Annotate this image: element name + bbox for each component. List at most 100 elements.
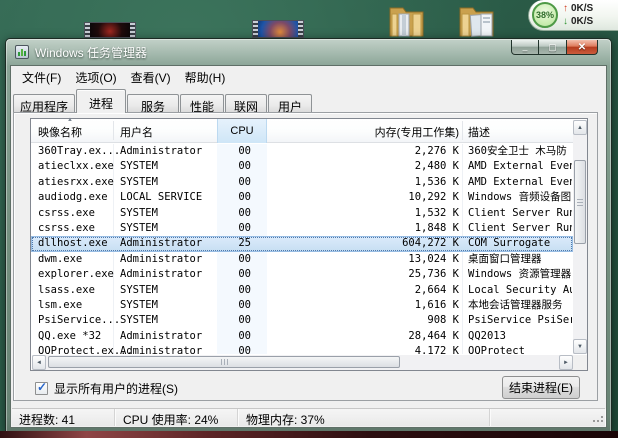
resize-grip-icon[interactable] [593,414,603,424]
process-image-name: csrss.exe [38,221,95,236]
close-button[interactable]: ✕ [566,40,598,55]
scroll-right-button[interactable]: ► [559,355,573,370]
column-header-cpu[interactable]: CPU [217,119,267,143]
tab-2[interactable]: 服务 [127,94,179,113]
process-user-name: SYSTEM [120,221,158,236]
process-memory: 28,464 K [271,329,459,344]
maximize-button[interactable]: ▢ [539,40,566,55]
menu-item[interactable]: 选项(O) [68,66,123,86]
process-description: Client Server Runt [468,221,572,236]
list-header: ▲ 映像名称 用户名 CPU 内存(专用工作集) 描述 [31,119,573,143]
column-header-description[interactable]: 描述 [468,124,490,140]
process-row[interactable]: atiesrxx.exe SYSTEM 00 1,536 K AMD Exter… [31,175,573,190]
process-cpu: 00 [217,221,251,236]
minimize-button[interactable]: – [511,40,539,55]
process-cpu: 00 [217,206,251,221]
process-row[interactable]: QQ.exe *32 Administrator 00 28,464 K QQ2… [31,329,573,344]
title-bar[interactable]: Windows 任务管理器 – ▢ ✕ [6,39,611,65]
process-description: Windows 资源管理器 [468,267,572,282]
process-row[interactable]: lsass.exe SYSTEM 00 2,664 K Local Securi… [31,283,573,298]
tab-processes[interactable]: 进程 [76,89,126,113]
processes-tab-page: ▲ 映像名称 用户名 CPU 内存(专用工作集) 描述 [13,112,598,401]
process-cpu: 00 [217,190,251,205]
status-filler [491,409,605,426]
process-image-name: explorer.exe [38,267,114,282]
process-cpu: 00 [217,252,251,267]
process-user-name: SYSTEM [120,298,158,313]
process-user-name: Administrator [120,344,202,354]
column-header-memory[interactable]: 内存(专用工作集) [267,124,459,140]
process-row[interactable]: QQProtect.ex... Administrator 00 4,172 K… [31,344,573,354]
process-image-name: csrss.exe [38,206,95,221]
process-description: 360安全卫士 木马防 [468,144,572,159]
process-user-name: Administrator [120,144,202,159]
process-description: Local Security Auth [468,283,572,298]
process-image-name: atieclxx.exe [38,159,114,174]
process-memory: 2,664 K [271,283,459,298]
scroll-left-button[interactable]: ◄ [32,355,46,370]
folder-icon[interactable] [387,2,429,38]
vertical-scrollbar[interactable]: ▲ ▼ [573,120,587,354]
tab-3[interactable]: 性能 [180,94,224,113]
process-image-name: 360Tray.ex... [38,144,120,159]
process-row[interactable]: dllhost.exe Administrator 25 604,272 K C… [31,236,573,251]
video-file-icon[interactable] [84,22,136,38]
process-row[interactable]: PsiService... SYSTEM 00 908 K PsiService… [31,313,573,328]
process-image-name: PsiService... [38,313,120,328]
process-user-name: SYSTEM [120,313,158,328]
process-row[interactable]: audiodg.exe LOCAL SERVICE 00 10,292 K Wi… [31,190,573,205]
process-memory: 25,736 K [271,267,459,282]
process-description: COM Surrogate [468,236,572,251]
column-header-user-name[interactable]: 用户名 [120,124,153,140]
horizontal-scroll-thumb[interactable] [48,356,400,368]
menu-item[interactable]: 文件(F) [15,66,68,86]
process-cpu: 00 [217,329,251,344]
process-user-name: LOCAL SERVICE [120,190,202,205]
show-all-users-checkbox[interactable]: ✓ [35,382,48,395]
scroll-up-button[interactable]: ▲ [573,120,587,135]
scrollbar-corner [573,355,587,370]
process-row[interactable]: lsm.exe SYSTEM 00 1,616 K 本地会话管理器服务 [31,298,573,313]
process-row[interactable]: 360Tray.ex... Administrator 00 2,276 K 3… [31,144,573,159]
desktop-bottom-strip [0,431,618,438]
upload-speed: ↑0K/S [563,2,593,15]
process-rows: 360Tray.ex... Administrator 00 2,276 K 3… [31,144,573,354]
checkmark-icon: ✓ [37,380,47,394]
process-row[interactable]: csrss.exe SYSTEM 00 1,532 K Client Serve… [31,206,573,221]
process-cpu: 00 [217,344,251,354]
process-cpu: 00 [217,159,251,174]
network-speed-widget[interactable]: 38% ↑0K/S ↓0K/S [528,0,618,31]
video-file-icon[interactable] [252,20,304,38]
end-process-button[interactable]: 结束进程(E) [502,376,580,399]
tab-0[interactable]: 应用程序 [13,94,75,113]
status-physical-memory: 物理内存: 37% [239,409,490,426]
menu-item[interactable]: 查看(V) [124,66,178,86]
process-image-name: audiodg.exe [38,190,108,205]
process-row[interactable]: csrss.exe SYSTEM 00 1,848 K Client Serve… [31,221,573,236]
process-user-name: Administrator [120,252,202,267]
status-bar: 进程数: 41 CPU 使用率: 24% 物理内存: 37% [12,408,605,426]
tab-5[interactable]: 用户 [268,94,312,113]
process-description: 本地会话管理器服务 [468,298,572,313]
horizontal-scrollbar[interactable]: ◄ ► [32,355,573,370]
process-description: 桌面窗口管理器 [468,252,572,267]
tab-strip: 应用程序进程服务性能联网用户 [13,88,313,113]
process-user-name: SYSTEM [120,283,158,298]
process-description: AMD External Event [468,175,572,190]
process-row[interactable]: explorer.exe Administrator 00 25,736 K W… [31,267,573,282]
window-title: Windows 任务管理器 [35,44,147,61]
process-image-name: QQ.exe *32 [38,329,101,344]
process-row[interactable]: atieclxx.exe SYSTEM 00 2,480 K AMD Exter… [31,159,573,174]
column-header-image-name[interactable]: 映像名称 [38,124,82,140]
process-row[interactable]: dwm.exe Administrator 00 13,024 K 桌面窗口管理… [31,252,573,267]
download-speed: ↓0K/S [563,15,593,28]
tab-4[interactable]: 联网 [225,94,267,113]
window-client-area: 文件(F)选项(O)查看(V)帮助(H) 应用程序进程服务性能联网用户 ▲ 映像… [10,65,607,428]
folder-icon[interactable] [457,2,499,38]
process-memory: 13,024 K [271,252,459,267]
scroll-down-button[interactable]: ▼ [573,339,587,354]
sort-ascending-icon: ▲ [67,117,73,123]
vertical-scroll-thumb[interactable] [574,160,586,244]
menu-item[interactable]: 帮助(H) [178,66,233,86]
process-memory: 2,480 K [271,159,459,174]
